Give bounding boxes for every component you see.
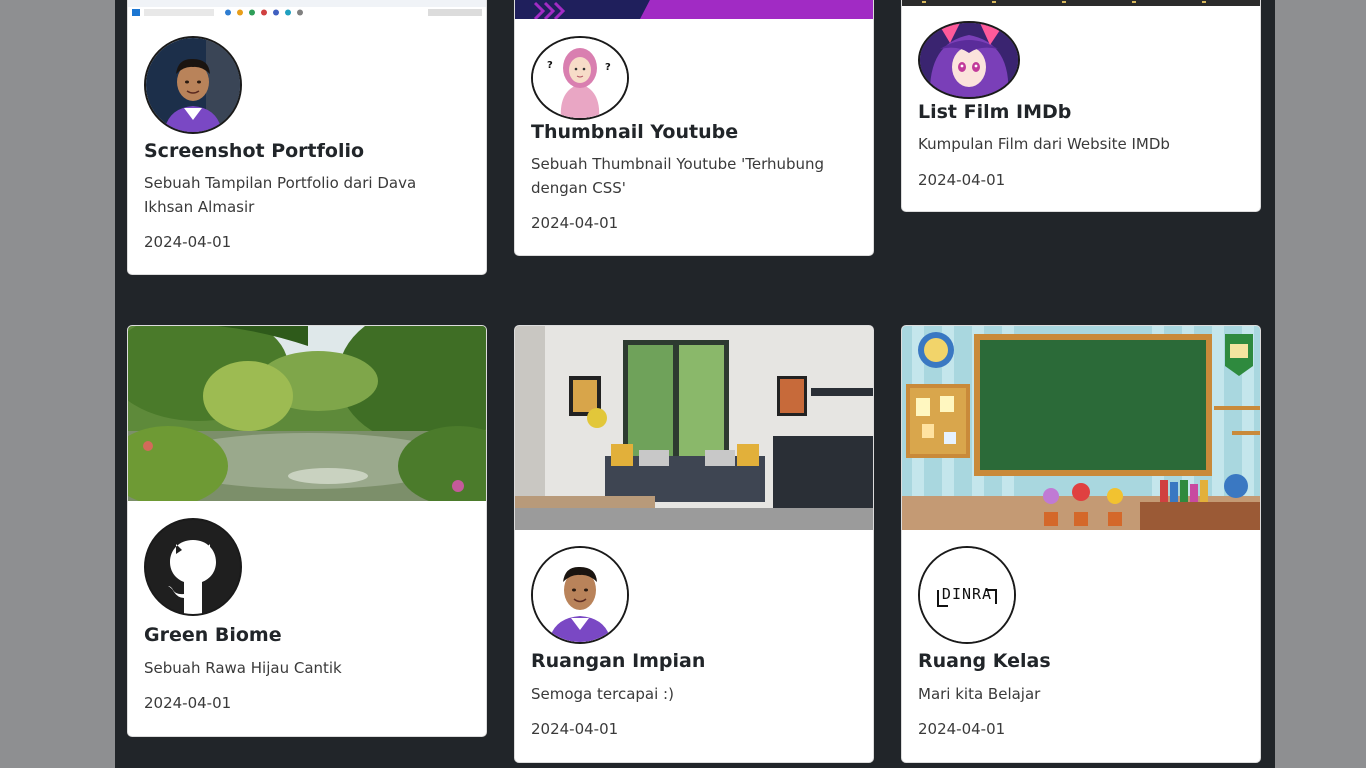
dinra-logo-text: DINRA: [941, 585, 993, 603]
project-card-screenshot-portfolio[interactable]: Screenshot Portfolio Sebuah Tampilan Por…: [127, 0, 487, 275]
card-date: 2024-04-01: [531, 720, 619, 738]
modern-kitchen-room-image: [515, 326, 873, 530]
project-card-list-film-imdb[interactable]: List Film IMDb Kumpulan Film dari Websit…: [901, 0, 1261, 212]
classroom-chalkboard-image: [902, 326, 1260, 530]
card-banner-image: [515, 0, 873, 19]
card-banner-image: [128, 0, 486, 19]
card-title: Thumbnail Youtube: [531, 121, 739, 143]
card-title: Ruang Kelas: [918, 650, 1051, 672]
gallery-page: Screenshot Portfolio Sebuah Tampilan Por…: [115, 0, 1275, 768]
card-banner-image: [902, 0, 1260, 6]
card-date: 2024-04-01: [144, 233, 232, 251]
card-title: Ruangan Impian: [531, 650, 706, 672]
card-date: 2024-04-01: [531, 214, 619, 232]
person-photo-avatar: [144, 36, 242, 134]
project-card-ruangan-impian[interactable]: Ruangan Impian Semoga tercapai :) 2024-0…: [514, 325, 874, 763]
card-description: Sebuah Thumbnail Youtube 'Terhubung deng…: [531, 155, 825, 197]
card-description: Sebuah Rawa Hijau Cantik: [144, 659, 342, 677]
project-card-ruang-kelas[interactable]: DINRA Ruang Kelas Mari kita Belajar 2024…: [901, 325, 1261, 763]
dinra-logo-icon: DINRA: [918, 546, 1016, 644]
svg-text:?: ?: [605, 62, 611, 73]
anime-girl-avatar: [918, 21, 1020, 99]
person-photo-avatar: [531, 546, 629, 644]
project-card-thumbnail-youtube[interactable]: ? ? Thumbnail Youtube Sebuah Thumbnail Y…: [514, 0, 874, 256]
project-card-green-biome[interactable]: Green Biome Sebuah Rawa Hijau Cantik 202…: [127, 325, 487, 737]
card-description: Sebuah Tampilan Portfolio dari Dava Ikhs…: [144, 174, 417, 216]
card-date: 2024-04-01: [918, 720, 1006, 738]
hijab-girl-illustration-avatar: ? ?: [531, 36, 629, 120]
card-title: Screenshot Portfolio: [144, 140, 365, 162]
green-pond-garden-image: [128, 326, 486, 501]
github-icon: [144, 518, 242, 616]
card-date: 2024-04-01: [918, 171, 1006, 189]
card-description: Mari kita Belajar: [918, 685, 1041, 703]
card-date: 2024-04-01: [144, 694, 232, 712]
card-description: Semoga tercapai :): [531, 685, 674, 703]
card-title: List Film IMDb: [918, 101, 1072, 123]
card-title: Green Biome: [144, 624, 282, 646]
svg-text:?: ?: [547, 60, 553, 71]
card-description: Kumpulan Film dari Website IMDb: [918, 135, 1170, 153]
